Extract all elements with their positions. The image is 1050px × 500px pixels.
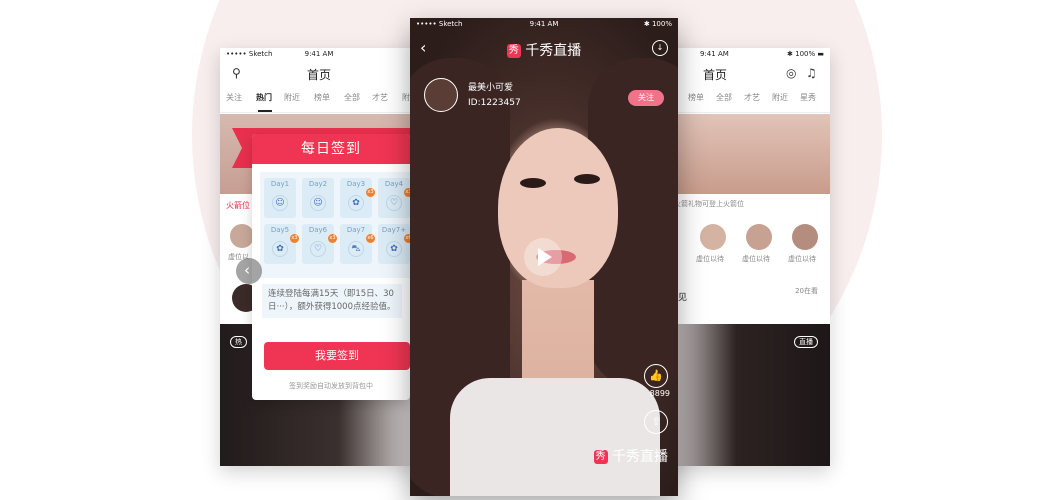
tab-hot[interactable]: 热门 [256,92,272,103]
tab-all[interactable]: 全部 [716,92,732,103]
tab-more[interactable]: 附 [402,92,410,103]
day-cell[interactable]: Day1 ☺ [264,178,296,218]
daily-signin-card: 每日签到 Day1 ☺ Day2 ☺ Day3 ✿ x3 Day4 ♡ x3 D… [252,134,410,400]
tab-nearby[interactable]: 附近 [772,92,788,103]
day-label: Day6 [308,226,328,234]
carousel-prev-button[interactable]: ‹ [236,258,262,284]
live-tag: 直播 [794,336,818,348]
watermark: 秀 千秀直播 [593,446,668,466]
follow-button[interactable]: 关注 [628,90,664,106]
tab-talent[interactable]: 才艺 [372,92,388,103]
day-label: Day5 [270,226,290,234]
viewer-count: 20在看 [795,287,818,295]
avatar[interactable] [230,224,254,248]
day-cell[interactable]: Day7 ⛍ x6 [340,224,375,264]
signin-button[interactable]: 我要签到 [264,342,410,370]
tab-talent[interactable]: 才艺 [744,92,760,103]
avatar[interactable] [746,224,772,250]
play-button[interactable] [524,238,562,276]
like-count: 8899 [649,389,670,398]
watermark-text: 千秀直播 [612,449,668,465]
car-icon: ⛍ [348,241,364,257]
app-logo-icon: 秀 [593,450,608,464]
multiplier-badge: x6 [366,234,375,243]
tab-ranking[interactable]: 榜单 [688,92,704,103]
day-cell[interactable]: Day3 ✿ x3 [340,178,375,218]
day-label: Day4 [384,180,404,188]
smiley-icon: ☺ [272,195,288,211]
chevron-left-icon: ‹ [244,261,250,279]
center-phone-screen: ••••• Sketch 9:41 AM ✱ 100% ‹ 秀 千秀直播 ↓ 最… [410,18,678,496]
status-bar: ••••• Sketch 9:41 AM [220,48,418,60]
signin-title: 每日签到 [252,134,410,164]
multiplier-badge: x3 [290,234,299,243]
flower-icon: ✿ [386,241,402,257]
host-name: 最美小可爱 [468,83,514,93]
flower-icon: ✿ [348,195,364,211]
avatar[interactable] [792,224,818,250]
hot-tag: 热 [230,336,247,348]
heart-icon: ♡ [310,241,326,257]
day-label: Day7 [346,226,366,234]
clock: 9:41 AM [700,50,729,58]
tab-ranking[interactable]: 榜单 [314,92,330,103]
share-icon[interactable]: ⇪ [644,410,668,434]
status-bar: 9:41 AM ✱ 100% ▬ [660,48,830,60]
smiley-icon: ☺ [310,195,326,211]
day-label: Day7+ [381,226,407,234]
day-cell[interactable]: Day6 ♡ x3 [302,224,337,264]
location-icon[interactable]: ◎ [786,66,796,80]
tab-star[interactable]: 星秀 [800,92,816,103]
placeholder-label: 虚位以待 [696,255,724,263]
day-cell[interactable]: Day4 ♡ x3 [378,178,410,218]
section-fragment: 见 [678,293,688,303]
divider [660,112,830,113]
flower-icon: ✿ [272,241,288,257]
placeholder-label: 虚位以待 [788,255,816,263]
avatar[interactable] [700,224,726,250]
day-cell[interactable]: Day2 ☺ [302,178,334,218]
tab-all[interactable]: 全部 [344,92,360,103]
day-cell[interactable]: Day7+ ✿ x6 [378,224,410,264]
eye-left [520,178,546,188]
divider [220,112,418,113]
tab-nearby[interactable]: 附近 [284,92,300,103]
day-cell[interactable]: Day5 ✿ x3 [264,224,299,264]
day-label: Day3 [346,180,366,188]
signin-note: 签到奖励自动发放到背包中 [289,382,373,390]
status-bar: ••••• Sketch 9:41 AM ✱ 100% [410,18,678,30]
app-brand-name: 千秀直播 [525,43,582,59]
rocket-label: 火箭位 [226,201,250,210]
heart-icon: ♡ [386,195,402,211]
battery-indicator: ✱ 100% ▬ [787,50,824,58]
shirt [450,378,660,496]
battery-indicator: ✱ 100% [643,20,672,28]
download-icon[interactable]: ↓ [652,40,668,56]
host-id: ID:1223457 [468,98,521,108]
clock: 9:41 AM [529,20,559,28]
tab-follow[interactable]: 关注 [226,92,242,103]
placeholder-label: 虚位以待 [742,255,770,263]
day-label: Day2 [308,180,328,188]
clock: 9:41 AM [304,50,334,58]
host-avatar[interactable] [424,78,458,112]
banner-photo[interactable] [660,114,830,194]
app-brand: 秀 千秀直播 [410,40,678,60]
page-title: 首页 [306,68,331,82]
app-logo-icon: 秀 [506,44,521,58]
bell-icon[interactable]: ♫ [806,66,817,80]
multiplier-badge: x3 [366,188,375,197]
like-icon[interactable]: 👍 [644,364,668,388]
day-label: Day1 [270,180,290,188]
rocket-info: 火箭礼物可登上火箭位 [674,200,744,208]
eye-right [574,174,600,184]
signin-description: 连续登陆每满15天（即15日、30日···），额外获得1000点经验值。 [262,284,402,318]
multiplier-badge: x3 [328,234,337,243]
right-phone-screen: 9:41 AM ✱ 100% ▬ 首页 ◎ ♫ 榜单 全部 才艺 附近 星秀 火… [660,48,830,466]
